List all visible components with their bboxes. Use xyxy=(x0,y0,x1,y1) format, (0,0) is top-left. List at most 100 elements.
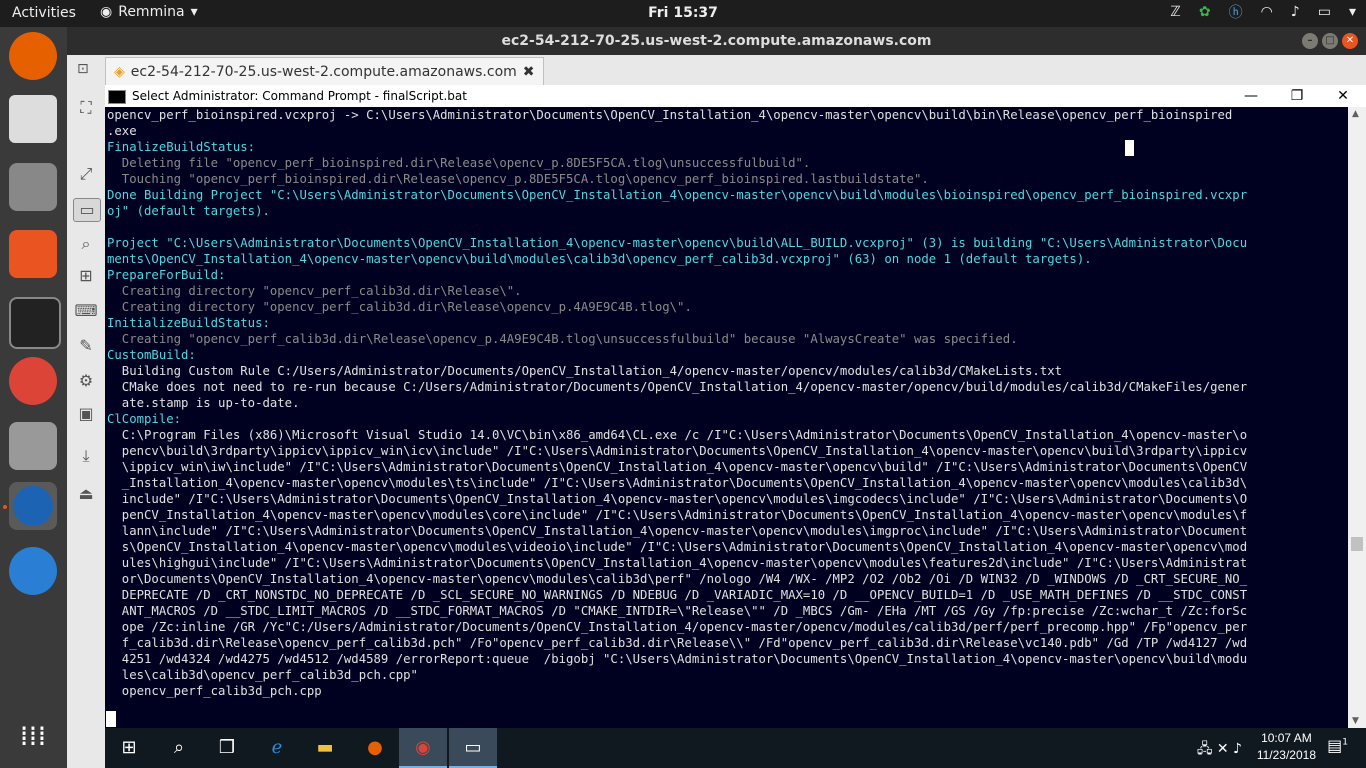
console-line: ments\OpenCV_Installation_4\opencv-maste… xyxy=(107,252,1092,266)
cmd-close-button[interactable]: ✕ xyxy=(1320,85,1366,107)
fullscreen-icon[interactable]: ⊡ xyxy=(77,61,89,77)
system-tray: ℤ ✿ ⓗ ◠ ♪ ▭ ▾ xyxy=(1170,2,1356,22)
window-title-text: ec2-54-212-70-25.us-west-2.compute.amazo… xyxy=(501,33,932,49)
hp-icon[interactable]: ⓗ xyxy=(1229,2,1243,22)
connection-tab[interactable]: ◈ ec2-54-212-70-25.us-west-2.compute.ama… xyxy=(105,57,544,85)
internet-explorer-icon[interactable]: ℯ xyxy=(253,728,301,768)
console-line: Creating directory "opencv_perf_calib3d.… xyxy=(107,300,692,314)
camera-icon[interactable] xyxy=(9,422,57,470)
file-explorer-icon[interactable]: ▬ xyxy=(301,728,349,768)
cmd-icon xyxy=(108,89,126,104)
close-button[interactable]: ✕ xyxy=(1342,33,1358,49)
console-line: PrepareForBuild: xyxy=(107,268,226,282)
console-line: \ippicv_win\iw\include" /I"C:\Users\Admi… xyxy=(107,460,1248,474)
console-line: ClCompile: xyxy=(107,412,182,426)
cmd-restore-button[interactable]: ❐ xyxy=(1274,85,1320,107)
volume-icon[interactable]: ♪ xyxy=(1291,4,1300,20)
remmina-tabbar: ⊡ ◈ ec2-54-212-70-25.us-west-2.compute.a… xyxy=(67,55,1366,86)
connection-icon: ◈ xyxy=(114,63,125,80)
dynamic-resolution-icon[interactable]: ▭ xyxy=(73,198,101,222)
software-center-icon[interactable] xyxy=(9,230,57,278)
remmina-window-title: ec2-54-212-70-25.us-west-2.compute.amazo… xyxy=(67,27,1366,55)
console-line: 4251 /wd4324 /wd4275 /wd4512 /wd4589 /er… xyxy=(107,652,1248,666)
console-line: CustomBuild: xyxy=(107,348,196,362)
show-applications-icon[interactable]: ⁞⁞⁞ xyxy=(9,712,57,760)
preferences-icon[interactable]: ✎ xyxy=(73,335,99,357)
tab-label: ec2-54-212-70-25.us-west-2.compute.amazo… xyxy=(130,63,517,80)
grab-input-icon[interactable]: ⊞ xyxy=(73,265,99,287)
close-tab-icon[interactable]: ✖ xyxy=(523,64,535,80)
taskbar-time: 10:07 AM xyxy=(1261,731,1312,745)
taskbar-date: 11/23/2018 xyxy=(1256,748,1316,762)
top-clock[interactable]: Fri 15:37 xyxy=(0,5,1366,21)
wifi-icon[interactable]: ◠ xyxy=(1261,4,1273,20)
taskbar-clock[interactable]: 10:07 AM 11/23/2018 xyxy=(1257,730,1316,764)
scrollbar-thumb[interactable] xyxy=(1351,537,1363,551)
notification-center-icon[interactable]: ▤1 xyxy=(1327,736,1348,755)
console-line: InitializeBuildStatus: xyxy=(107,316,270,330)
terminal-icon[interactable] xyxy=(9,297,61,349)
scaled-mode-icon[interactable]: ⤢ xyxy=(73,163,99,185)
windows-start-icon[interactable]: ⊞ xyxy=(105,728,153,768)
console-scrollbar[interactable]: ▲ ▼ xyxy=(1348,107,1366,728)
window-controls: – □ ✕ xyxy=(1302,33,1358,49)
console-line: opencv_perf_calib3d_pch.cpp xyxy=(107,684,322,698)
console-line: pencv\build\3rdparty\ippicv\ippicv_win\i… xyxy=(107,444,1248,458)
console-line: Building Custom Rule C:/Users/Administra… xyxy=(107,364,1063,378)
console-line: Project "C:\Users\Administrator\Document… xyxy=(107,236,1248,250)
console-line: .exe xyxy=(107,124,137,138)
console-line: or\Documents\OpenCV_Installation_4\openc… xyxy=(107,572,1248,586)
chrome-taskbar-icon[interactable]: ◉ xyxy=(399,728,447,768)
remmina-toolbar: ⛶ ⤢ ▭ ⌕ ⊞ ⌨ ✎ ⚙ ▣ ⤓ ⏏ xyxy=(67,85,105,768)
notification-count: 1 xyxy=(1342,737,1348,748)
rhythmbox-icon[interactable] xyxy=(9,95,57,143)
toggle-fullscreen-icon[interactable]: ⛶ xyxy=(73,97,99,119)
console-line: Deleting file "opencv_perf_bioinspired.d… xyxy=(107,156,811,170)
console-line: f_calib3d.dir\Release\opencv_perf_calib3… xyxy=(107,636,1248,650)
console-line: ules\highgui\include" /I"C:\Users\Admini… xyxy=(107,556,1248,570)
keyboard-icon[interactable]: ⌨ xyxy=(73,300,99,322)
z-app-icon[interactable]: ℤ xyxy=(1170,4,1180,20)
cmd-taskbar-icon[interactable]: ▭ xyxy=(449,728,497,768)
windows-taskbar: ⊞ ⌕ ❒ ℯ ▬ ● ◉ ▭ 🖧 ✕ ♪ 10:07 AM 11/23/201… xyxy=(105,728,1366,768)
scroll-down-icon[interactable]: ▼ xyxy=(1352,716,1359,726)
console-line: Creating "opencv_perf_calib3d.dir\Releas… xyxy=(107,332,1018,346)
firefox-taskbar-icon[interactable]: ● xyxy=(351,728,399,768)
maximize-button[interactable]: □ xyxy=(1322,33,1338,49)
console-line: opencv_perf_bioinspired.vcxproj -> C:\Us… xyxy=(107,108,1233,122)
files-icon[interactable] xyxy=(9,163,57,211)
scroll-up-icon[interactable]: ▲ xyxy=(1352,109,1359,119)
minimize-button[interactable]: – xyxy=(1302,33,1318,49)
chrome-icon[interactable] xyxy=(9,357,57,405)
app-icon[interactable] xyxy=(9,547,57,595)
sync-icon[interactable]: ✿ xyxy=(1199,4,1211,20)
battery-icon[interactable]: ▭ xyxy=(1318,4,1331,20)
network-and-volume-tray[interactable]: 🖧 ✕ ♪ xyxy=(1197,738,1242,762)
minimize-icon[interactable]: ⤓ xyxy=(73,445,99,467)
search-icon[interactable]: ⌕ xyxy=(155,728,203,768)
cmd-minimize-button[interactable]: — xyxy=(1228,85,1274,107)
ubuntu-top-bar: Activities ◉ Remmina ▾ Fri 15:37 ℤ ✿ ⓗ ◠… xyxy=(0,0,1366,27)
task-view-icon[interactable]: ❒ xyxy=(203,728,251,768)
console-line: Creating directory "opencv_perf_calib3d.… xyxy=(107,284,522,298)
console-output[interactable]: opencv_perf_bioinspired.vcxproj -> C:\Us… xyxy=(105,107,1348,728)
tools-icon[interactable]: ⚙ xyxy=(73,370,99,392)
running-indicator xyxy=(3,505,7,509)
console-line: Done Building Project "C:\Users\Administ… xyxy=(107,188,1248,202)
remmina-dock-icon[interactable] xyxy=(9,482,57,530)
console-line: s\OpenCV_Installation_4\opencv-master\op… xyxy=(107,540,1248,554)
chevron-down-icon[interactable]: ▾ xyxy=(1349,4,1356,20)
console-line: _Installation_4\opencv-master\opencv\mod… xyxy=(107,476,1248,490)
console-line: ANT_MACROS /D __STDC_LIMIT_MACROS /D __S… xyxy=(107,604,1248,618)
zoom-icon[interactable]: ⌕ xyxy=(73,233,99,255)
console-line: include" /I"C:\Users\Administrator\Docum… xyxy=(107,492,1248,506)
console-line: FinalizeBuildStatus: xyxy=(107,140,256,154)
firefox-icon[interactable] xyxy=(9,32,57,80)
disconnect-icon[interactable]: ⏏ xyxy=(73,483,99,505)
console-line: oj" (default targets). xyxy=(107,204,270,218)
console-line: ope /Zc:inline /GR /Yc"C:/Users/Administ… xyxy=(107,620,1248,634)
console-line: penCV_Installation_4\opencv-master\openc… xyxy=(107,508,1248,522)
text-cursor xyxy=(1125,140,1134,156)
screenshot-icon[interactable]: ▣ xyxy=(73,403,99,425)
